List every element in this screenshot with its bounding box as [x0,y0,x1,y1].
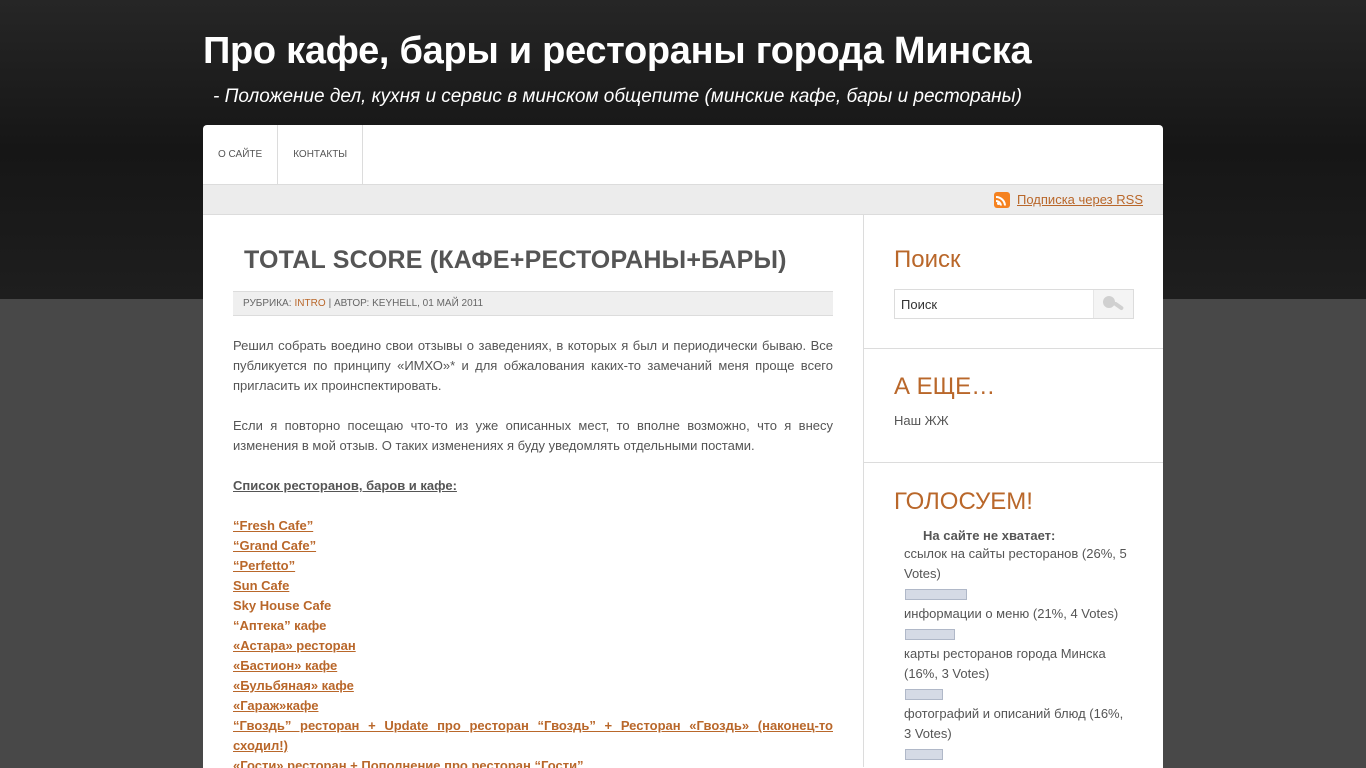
content-area: TOTAL SCORE (КАФЕ+РЕСТОРАНЫ+БАРЫ) РУБРИК… [203,215,1163,768]
rss-subscribe-link[interactable]: Подписка через RSS [1017,192,1143,207]
main-content: TOTAL SCORE (КАФЕ+РЕСТОРАНЫ+БАРЫ) РУБРИК… [233,215,833,768]
poll-answer: тематических новостей (11%, 2 Votes) [904,764,1133,768]
post-category-link[interactable]: INTRO [295,298,326,309]
poll-widget-title: ГОЛОСУЕМ! [894,488,1033,515]
poll-results: ссылок на сайты ресторанов (26%, 5 Votes… [894,544,1133,768]
restaurant-link[interactable]: «Гараж»кафе [233,696,833,716]
restaurant-link[interactable]: «Гости» ресторан + Пополнение про рестор… [233,756,833,768]
restaurant-link[interactable]: “Гвоздь” ресторан + Update про ресторан … [233,716,833,756]
rss-icon[interactable] [994,191,1011,208]
more-widget-title: А ЕЩЕ… [894,373,996,400]
main-nav: О САЙТЕ КОНТАКТЫ [203,125,1163,185]
poll-question: На сайте не хватает: [923,528,1056,543]
list-heading: Список ресторанов, баров и кафе: [233,478,457,493]
lj-link[interactable]: Наш ЖЖ [894,413,1133,428]
restaurant-link[interactable]: “Perfetto” [233,556,833,576]
more-widget: А ЕЩЕ… Наш ЖЖ [864,349,1163,463]
post-meta: РУБРИКА: INTRO | АВТОР: KEYHELL, 01 МАЙ … [233,291,833,316]
search-button[interactable] [1093,290,1133,318]
poll-result-bar [905,689,943,700]
restaurant-link[interactable]: Sky House Cafe [233,596,833,616]
nav-item-contacts[interactable]: КОНТАКТЫ [278,125,364,184]
poll-answer: ссылок на сайты ресторанов (26%, 5 Votes… [904,546,1127,581]
post-body: Решил собрать воедино свои отзывы о заве… [233,336,833,768]
site-description: - Положение дел, кухня и сервис в минско… [213,86,1022,107]
search-input[interactable] [895,290,1093,318]
post-paragraph: Если я повторно посещаю что-то из уже оп… [233,418,833,453]
restaurant-link[interactable]: «Бастион» кафе [233,656,833,676]
site-title[interactable]: Про кафе, бары и рестораны города Минска [203,30,1032,73]
restaurant-link[interactable]: Sun Cafe [233,576,833,596]
restaurant-link[interactable]: “Grand Cafe” [233,536,833,556]
post-title[interactable]: TOTAL SCORE (КАФЕ+РЕСТОРАНЫ+БАРЫ) [233,246,833,275]
search-widget: Поиск [864,215,1163,349]
search-widget-title: Поиск [894,246,961,273]
restaurant-links: “Fresh Cafe” “Grand Cafe” “Perfetto” Sun Ca… [233,516,833,768]
post-paragraph: Решил собрать воедино свои отзывы о заве… [233,338,833,393]
poll-answer: фотографий и описаний блюд (16%, 3 Votes… [904,706,1124,741]
poll-widget: ГОЛОСУЕМ! На сайте не хватает: ссылок на… [864,463,1163,768]
page-container: О САЙТЕ КОНТАКТЫ Подписка через RSS TOTA… [203,125,1163,768]
sidebar: Поиск А ЕЩЕ… Наш ЖЖ ГОЛОСУЕМ! На сайте н… [864,215,1163,768]
rss-bar: Подписка через RSS [203,185,1163,215]
restaurant-link[interactable]: “Аптека” кафе [233,616,833,636]
restaurant-link[interactable]: «Бульбяная» кафе [233,676,833,696]
poll-result-bar [905,629,955,640]
post-meta-category-label: РУБРИКА: [243,298,292,309]
search-box [894,289,1134,319]
poll-answer: информации о меню (21%, 4 Votes) [904,606,1119,621]
poll-result-bar [905,749,943,760]
restaurant-link[interactable]: “Fresh Cafe” [233,516,833,536]
poll-answer: карты ресторанов города Минска (16%, 3 V… [904,646,1106,681]
restaurant-link[interactable]: «Астара» ресторан [233,636,833,656]
post-meta-author: | АВТОР: KEYHELL, 01 МАЙ 2011 [328,298,484,309]
nav-item-about[interactable]: О САЙТЕ [203,125,279,184]
poll-result-bar [905,589,967,600]
